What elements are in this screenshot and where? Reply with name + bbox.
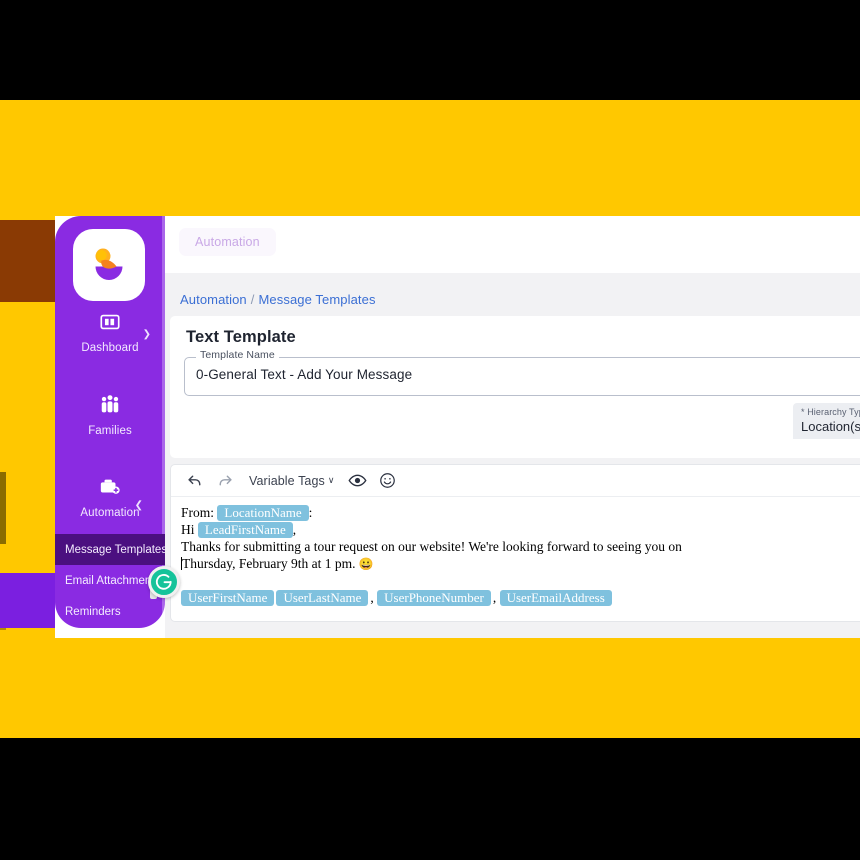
main-content-column: Automation Automation / Message Templates … bbox=[165, 216, 860, 638]
sidebar-item-message-templates[interactable]: Message Templates bbox=[55, 534, 165, 565]
datetime-text: Thursday, February 9th at 1 pm. bbox=[182, 556, 356, 571]
greeting-suffix: , bbox=[292, 522, 297, 537]
emoji-icon[interactable] bbox=[373, 468, 402, 494]
logo-mark-icon bbox=[95, 248, 123, 280]
tab-automation[interactable]: Automation bbox=[179, 228, 276, 256]
from-suffix: : bbox=[308, 505, 313, 520]
sidebar-subitem-label: Message Templates bbox=[65, 543, 165, 556]
template-name-label: Template Name bbox=[196, 349, 279, 361]
undo-icon[interactable] bbox=[181, 468, 210, 494]
hierarchy-type-value: Location(s) bbox=[801, 419, 860, 434]
tag-separator-2: , bbox=[492, 590, 497, 605]
message-line-greeting: Hi LeadFirstName, bbox=[181, 521, 860, 538]
message-line-datetime: Thursday, February 9th at 1 pm. 😀 bbox=[181, 555, 860, 573]
sidebar-item-dashboard[interactable]: Dashboard ❯ bbox=[55, 311, 165, 354]
variable-tag-userlastname[interactable]: UserLastName bbox=[276, 590, 369, 606]
text-template-card: Text Template Template Name 0-General Te… bbox=[170, 316, 860, 458]
app-logo[interactable] bbox=[73, 229, 145, 301]
breadcrumb-separator: / bbox=[250, 292, 255, 307]
automation-briefcase-icon bbox=[100, 479, 120, 494]
message-line-from: From: LocationName: bbox=[181, 504, 860, 521]
tag-separator-1: , bbox=[370, 590, 374, 605]
screenshot-stage: Automation Automation / Message Templates … bbox=[0, 0, 860, 860]
breadcrumb-root[interactable]: Automation bbox=[180, 292, 247, 307]
variable-tag-userphonenumber[interactable]: UserPhoneNumber bbox=[377, 590, 491, 606]
eye-icon[interactable] bbox=[342, 468, 373, 494]
variable-tag-leadfirstname[interactable]: LeadFirstName bbox=[197, 522, 293, 538]
dark-edge-sliver bbox=[0, 472, 6, 544]
template-name-value[interactable]: 0-General Text - Add Your Message bbox=[196, 367, 412, 382]
greeting-label: Hi bbox=[181, 522, 195, 537]
sidebar-item-label: Families bbox=[88, 425, 132, 437]
message-line-body: Thanks for submitting a tour request on … bbox=[181, 539, 682, 554]
sidebar: Dashboard ❯ Families Automation ❮ Messag… bbox=[55, 216, 165, 628]
sidebar-subitem-label: Reminders bbox=[65, 605, 121, 618]
sidebar-item-families[interactable]: Families bbox=[55, 394, 165, 437]
grammarly-g-icon bbox=[155, 574, 172, 590]
top-bar: Automation bbox=[165, 216, 860, 273]
breadcrumb-current[interactable]: Message Templates bbox=[258, 292, 375, 307]
variable-tags-label[interactable]: Variable Tags bbox=[239, 474, 328, 488]
editor-toolbar: Variable Tags ∨ bbox=[171, 465, 860, 497]
grammarly-button[interactable] bbox=[148, 566, 180, 598]
page-title: Text Template bbox=[186, 328, 296, 346]
sidebar-item-label: Automation bbox=[80, 507, 140, 519]
variable-tag-locationname[interactable]: LocationName bbox=[217, 505, 309, 521]
sidebar-subitem-label: Email Attachments bbox=[65, 574, 161, 587]
dashboard-icon bbox=[100, 314, 120, 330]
smiley-emoji-icon: 😀 bbox=[358, 557, 374, 571]
message-body[interactable]: From: LocationName: Hi LeadFirstName, Th… bbox=[171, 498, 860, 618]
message-editor: Variable Tags ∨ From: LocationName: Hi … bbox=[170, 464, 860, 622]
from-label: From: bbox=[181, 505, 215, 520]
sidebar-item-label: Dashboard bbox=[81, 342, 139, 354]
families-icon bbox=[101, 395, 119, 413]
chevron-right-icon[interactable]: ❯ bbox=[143, 329, 151, 340]
hierarchy-type-label: * Hierarchy Type bbox=[801, 407, 860, 417]
variable-tag-useremailaddress[interactable]: UserEmailAddress bbox=[499, 590, 612, 606]
sidebar-item-automation[interactable]: Automation ❮ bbox=[55, 476, 165, 519]
breadcrumb: Automation / Message Templates bbox=[180, 292, 376, 307]
variable-tag-userfirstname[interactable]: UserFirstName bbox=[181, 590, 275, 606]
chevron-down-icon[interactable]: ❮ bbox=[135, 500, 143, 511]
variable-tag-row: UserFirstName UserLastName, UserPhoneNumb… bbox=[181, 589, 860, 606]
chevron-down-icon[interactable]: ∨ bbox=[328, 475, 343, 486]
sidebar-item-reminders[interactable]: Reminders bbox=[55, 596, 165, 627]
redo-icon[interactable] bbox=[210, 468, 239, 494]
